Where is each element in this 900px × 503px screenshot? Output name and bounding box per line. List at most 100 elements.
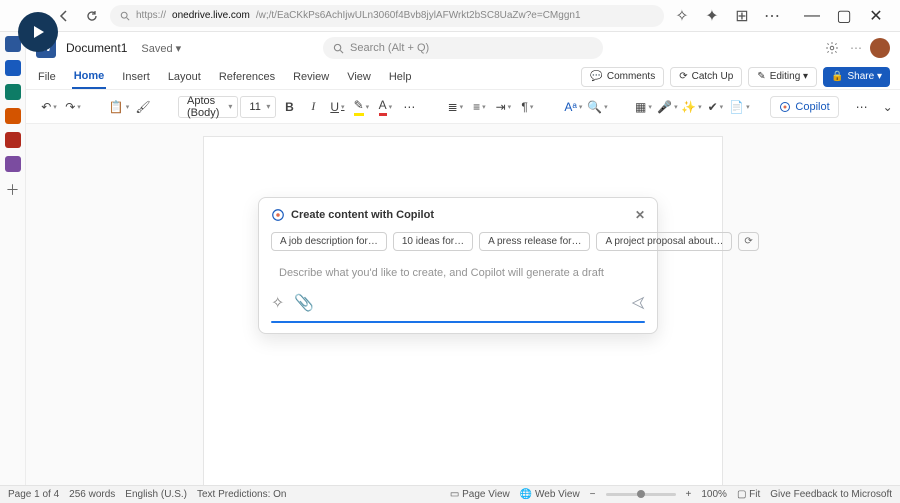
document-page[interactable]: Create content with Copilot ✕ A job desc… (203, 136, 723, 485)
tab-home[interactable]: Home (72, 64, 107, 89)
zoom-in-button[interactable]: + (686, 489, 692, 500)
tab-references[interactable]: References (217, 64, 277, 89)
undo-button[interactable]: ↶ (38, 96, 60, 118)
copilot-card-close-button[interactable]: ✕ (635, 208, 645, 222)
tabs-row: File Home Insert Layout References Revie… (26, 64, 900, 90)
zoom-out-button[interactable]: − (590, 489, 596, 500)
attach-icon[interactable]: 📎 (294, 293, 314, 313)
fit-toggle[interactable]: ▢ Fit (737, 489, 760, 500)
search-icon (120, 11, 130, 21)
play-overlay[interactable] (18, 12, 58, 52)
indent-button[interactable]: ⇥ (492, 96, 514, 118)
bold-button[interactable]: B (278, 96, 300, 118)
catch-up-label: Catch Up (692, 71, 734, 82)
close-button[interactable]: ✕ (862, 5, 890, 27)
document-title[interactable]: Document1 (66, 41, 127, 55)
italic-button[interactable]: I (302, 96, 324, 118)
tab-layout[interactable]: Layout (166, 64, 203, 89)
copilot-ribbon-button[interactable]: Copilot (770, 96, 838, 118)
save-state[interactable]: Saved ▾ (141, 42, 181, 55)
nav-back-button[interactable] (54, 6, 74, 26)
comments-label: Comments (607, 71, 655, 82)
font-size-value: 11 (249, 101, 260, 113)
web-view-label: Web View (535, 489, 580, 500)
search-box[interactable]: Search (Alt + Q) (323, 37, 603, 59)
nav-refresh-button[interactable] (82, 6, 102, 26)
copilot-prompt-input[interactable]: Describe what you'd like to create, and … (271, 259, 645, 287)
copilot-card-accent (271, 321, 645, 323)
editor-button[interactable]: ✔ (704, 96, 726, 118)
rail-outlook-icon[interactable] (5, 60, 21, 76)
collections-icon[interactable]: ⊞ (732, 6, 752, 26)
suggestion-chip[interactable]: 10 ideas for… (393, 232, 473, 251)
table-button[interactable]: ▦ (632, 96, 654, 118)
bullets-button[interactable]: ≣ (444, 96, 466, 118)
status-page[interactable]: Page 1 of 4 (8, 489, 59, 500)
editing-mode-button[interactable]: ✎ Editing ▾ (748, 67, 817, 87)
feedback-link[interactable]: Give Feedback to Microsoft (770, 489, 892, 500)
find-button[interactable]: 🔍 (586, 96, 608, 118)
favorite-icon[interactable]: ✧ (672, 6, 692, 26)
share-button[interactable]: 🔒 Share ▾ (823, 67, 890, 87)
tab-file[interactable]: File (36, 64, 58, 89)
address-bar[interactable]: https://onedrive.live.com/w;/t/EaCKkPs6A… (110, 5, 664, 27)
reuse-button[interactable]: 📄 (728, 96, 750, 118)
underline-button[interactable]: U (326, 96, 348, 118)
suggestion-chip[interactable]: A project proposal about… (596, 232, 732, 251)
title-bar: W Document1 Saved ▾ Search (Alt + Q) ⋯ (26, 32, 900, 64)
word-app: W Document1 Saved ▾ Search (Alt + Q) ⋯ F… (26, 32, 900, 485)
paste-button[interactable]: 📋 (108, 96, 130, 118)
rail-excel-icon[interactable] (5, 84, 21, 100)
url-host: onedrive.live.com (172, 10, 250, 21)
rail-powerpoint-icon[interactable] (5, 108, 21, 124)
page-view-label: Page View (462, 489, 510, 500)
comments-button[interactable]: 💬 Comments (581, 67, 664, 87)
url-path: /w;/t/EaCKkPs6AchIjwULn3060f4Bvb8jylAFWr… (256, 10, 581, 21)
web-view-button[interactable]: 🌐 Web View (520, 489, 580, 500)
copilot-card-title: Create content with Copilot (291, 209, 434, 221)
paragraph-more-button[interactable]: ¶ (516, 96, 538, 118)
highlight-button[interactable]: ✎ (350, 96, 372, 118)
tab-insert[interactable]: Insert (120, 64, 152, 89)
font-family-select[interactable]: Aptos (Body) (178, 96, 238, 118)
status-words[interactable]: 256 words (69, 489, 115, 500)
rail-app-icon[interactable] (5, 132, 21, 148)
rail-add-button[interactable]: ＋ (6, 180, 20, 200)
styles-button[interactable]: Aᵃ (562, 96, 584, 118)
maximize-button[interactable]: ▢ (830, 5, 858, 27)
title-more-icon[interactable]: ⋯ (850, 41, 862, 55)
rail-onenote-icon[interactable] (5, 156, 21, 172)
zoom-slider[interactable] (606, 493, 676, 496)
redo-button[interactable]: ↷ (62, 96, 84, 118)
font-more-button[interactable]: ⋯ (398, 96, 420, 118)
catch-up-button[interactable]: ⟳ Catch Up (670, 67, 742, 87)
tab-view[interactable]: View (345, 64, 373, 89)
browser-toolbar: https://onedrive.live.com/w;/t/EaCKkPs6A… (0, 0, 900, 32)
send-button[interactable] (631, 296, 645, 310)
tab-review[interactable]: Review (291, 64, 331, 89)
numbering-button[interactable]: ≡ (468, 96, 490, 118)
font-color-button[interactable]: A (374, 96, 396, 118)
font-family-value: Aptos (Body) (187, 95, 219, 119)
refresh-suggestions-button[interactable]: ⟳ (738, 232, 758, 251)
font-size-select[interactable]: 11 (240, 96, 276, 118)
status-predictions[interactable]: Text Predictions: On (197, 489, 286, 500)
designer-button[interactable]: ✨ (680, 96, 702, 118)
tab-help[interactable]: Help (387, 64, 414, 89)
user-avatar[interactable] (870, 38, 890, 58)
settings-gear-icon[interactable] (822, 38, 842, 58)
suggestion-chip[interactable]: A press release for… (479, 232, 590, 251)
extensions-icon[interactable]: ✦ (702, 6, 722, 26)
ribbon-more-button[interactable]: ⋯ (851, 96, 873, 118)
page-view-button[interactable]: ▭ Page View (450, 489, 510, 500)
suggestion-chip[interactable]: A job description for… (271, 232, 387, 251)
inspire-icon[interactable]: ✧ (271, 293, 284, 313)
menu-icon[interactable]: ⋯ (762, 6, 782, 26)
status-language[interactable]: English (U.S.) (125, 489, 187, 500)
copilot-icon (779, 101, 791, 113)
ribbon-collapse-button[interactable]: ⌄ (877, 96, 899, 118)
minimize-button[interactable]: ― (798, 5, 826, 27)
zoom-level[interactable]: 100% (701, 489, 727, 500)
dictate-button[interactable]: 🎤 (656, 96, 678, 118)
format-painter-button[interactable]: 🖌 (132, 96, 154, 118)
